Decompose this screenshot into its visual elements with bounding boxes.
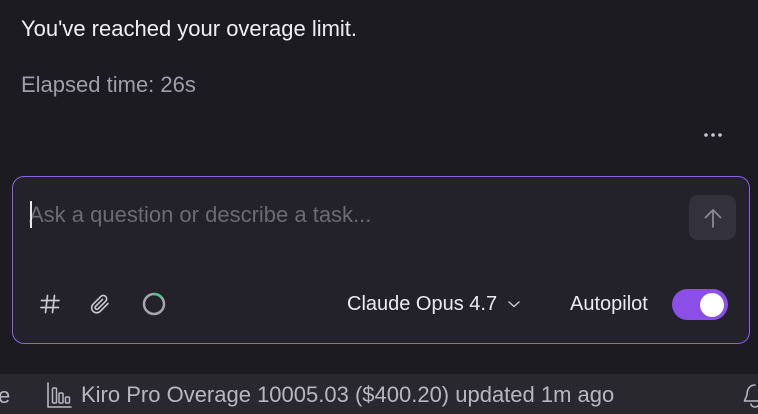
elapsed-time: Elapsed time: 26s [21, 72, 196, 97]
send-button[interactable] [689, 195, 736, 240]
text-cursor [30, 201, 32, 228]
hash-icon [40, 294, 60, 314]
usage-status-text: Kiro Pro Overage 10005.03 ($400.20) upda… [81, 382, 615, 407]
attach-button[interactable] [85, 289, 115, 319]
more-options-button[interactable] [696, 122, 730, 148]
bar-chart-icon [47, 382, 72, 408]
model-label: Claude Opus 4.7 [347, 292, 498, 315]
bell-icon[interactable] [743, 381, 758, 409]
paperclip-icon [90, 294, 109, 314]
model-selector[interactable]: Claude Opus 4.7 [347, 289, 521, 319]
autopilot-label: Autopilot [570, 293, 648, 315]
arrow-up-icon [704, 208, 721, 228]
more-horizontal-icon [704, 133, 722, 137]
autopilot-toggle[interactable] [672, 289, 728, 320]
status-bar: e Kiro Pro Overage 10005.03 ($400.20) up… [0, 374, 758, 414]
composer: Claude Opus 4.7 Autopilot [12, 176, 750, 344]
status-prev-item[interactable]: e [0, 383, 10, 409]
task-input[interactable] [29, 195, 669, 235]
chevron-down-icon [508, 301, 520, 308]
usage-status-item[interactable]: Kiro Pro Overage 10005.03 ($400.20) upda… [45, 381, 614, 409]
chat-message: You've reached your overage limit. [21, 16, 358, 41]
toggle-knob [700, 292, 724, 317]
progress-indicator [139, 289, 169, 319]
progress-ring-icon [142, 292, 166, 316]
context-hash-button[interactable] [35, 289, 65, 319]
